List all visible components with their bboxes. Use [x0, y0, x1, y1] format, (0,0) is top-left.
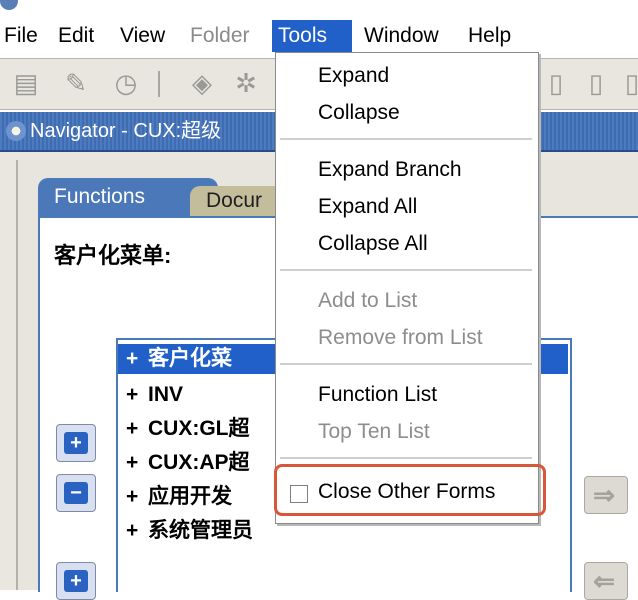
menu-item-function-list[interactable]: Function List	[318, 380, 437, 410]
toolbar-separator	[158, 71, 160, 97]
menu-item-expand-all[interactable]: Expand All	[318, 192, 417, 222]
menu-item-expand[interactable]: Expand	[318, 61, 389, 91]
find-icon[interactable]: ✎	[60, 67, 92, 99]
remove-from-list-button[interactable]: ⇐	[584, 562, 628, 600]
menu-label: 客户化菜单:	[54, 243, 172, 268]
menu-item-top-ten-list[interactable]: Top Ten List	[318, 417, 430, 447]
edit-icon[interactable]: ◈	[186, 67, 218, 99]
menu-separator	[280, 138, 532, 140]
attachment-icon[interactable]: ✲	[230, 67, 262, 99]
navigator-title: Navigator - CUX:超级	[30, 120, 222, 142]
plus-icon: +	[64, 432, 88, 454]
plus-icon: +	[64, 570, 88, 592]
app-icon	[0, 0, 18, 10]
folder-icon[interactable]: ▯	[540, 67, 572, 99]
menu-folder[interactable]: Folder	[184, 20, 256, 52]
menu-view[interactable]: View	[114, 20, 171, 52]
highlight-annotation	[274, 464, 546, 516]
app-title-strip	[0, 0, 638, 14]
navigator-icon	[6, 121, 26, 141]
menu-item-expand-branch[interactable]: Expand Branch	[318, 155, 462, 185]
menu-separator	[280, 457, 532, 459]
menu-item-collapse-all[interactable]: Collapse All	[318, 229, 428, 259]
minus-icon: −	[64, 482, 88, 504]
new-record-icon[interactable]: ▤	[10, 67, 42, 99]
menu-window[interactable]: Window	[358, 20, 445, 52]
more-icon[interactable]: ▯	[616, 67, 638, 99]
arrow-right-icon: ⇒	[593, 480, 615, 510]
menu-help[interactable]: Help	[462, 20, 517, 52]
menu-item-add-to-list[interactable]: Add to List	[318, 286, 417, 316]
menu-edit[interactable]: Edit	[52, 20, 100, 52]
menu-item-collapse[interactable]: Collapse	[318, 98, 400, 128]
menu-item-remove-from-list[interactable]: Remove from List	[318, 323, 483, 353]
menubar: File Edit View Folder Tools Window Help	[0, 14, 638, 54]
menu-file[interactable]: File	[0, 20, 44, 52]
history-icon[interactable]: ◷	[110, 67, 142, 99]
multi-folder-icon[interactable]: ▯	[580, 67, 612, 99]
menu-tools[interactable]: Tools	[272, 20, 352, 52]
add-to-list-button[interactable]: ⇒	[584, 476, 628, 514]
collapse-button[interactable]: −	[56, 474, 96, 512]
arrow-left-icon: ⇐	[593, 566, 615, 596]
tools-dropdown-menu: Expand Collapse Expand Branch Expand All…	[275, 52, 539, 524]
menu-separator	[280, 363, 532, 365]
menu-separator	[280, 269, 532, 271]
expand-button[interactable]: +	[56, 424, 96, 462]
expand-all-button[interactable]: +	[56, 562, 96, 600]
